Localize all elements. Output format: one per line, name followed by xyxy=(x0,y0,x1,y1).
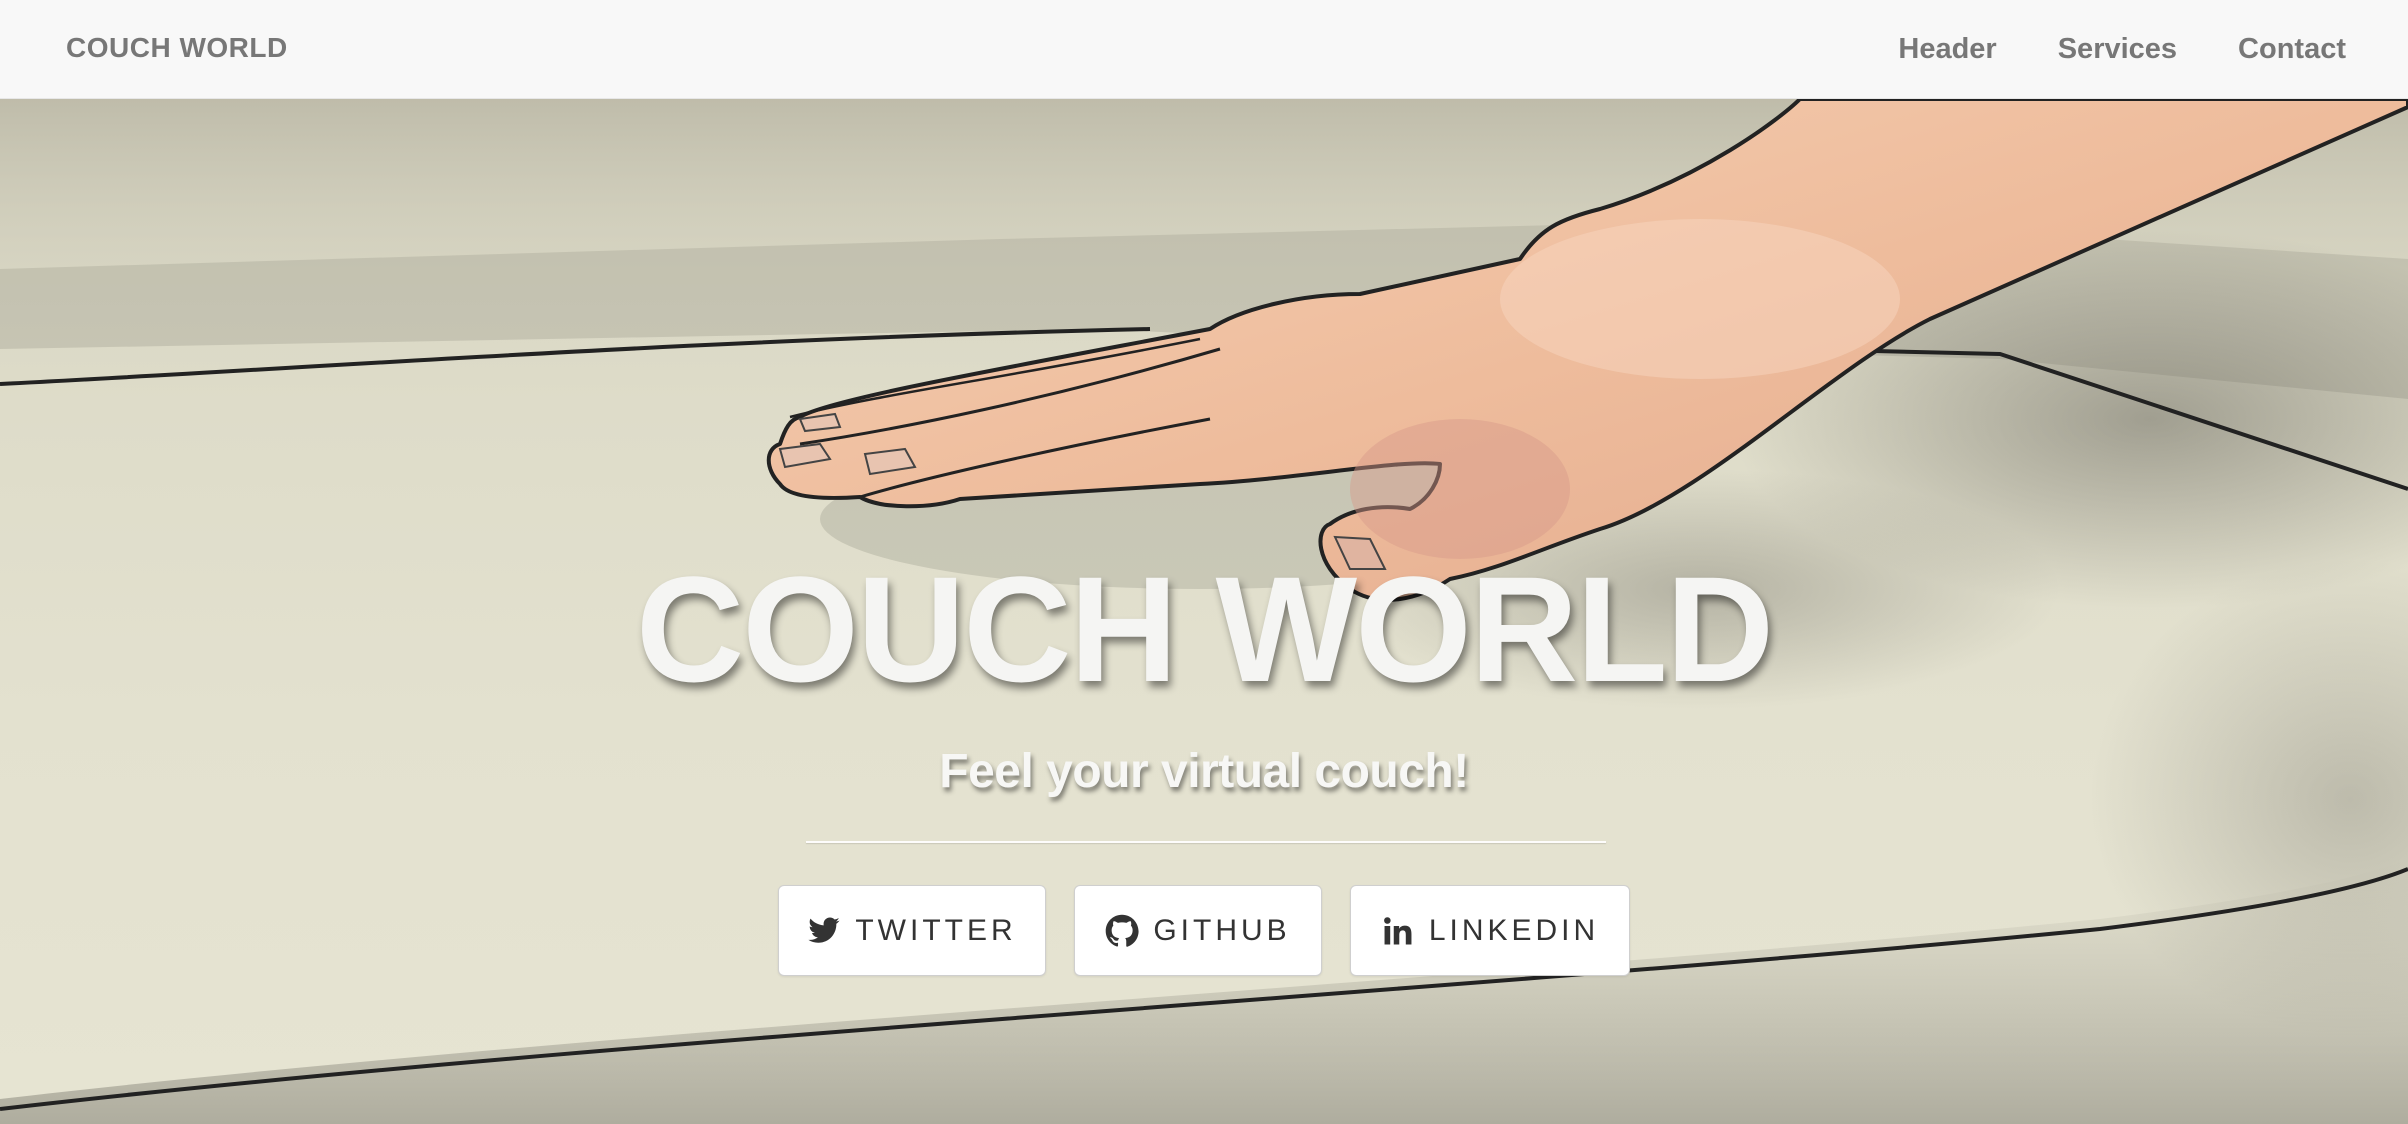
nav-link-services[interactable]: Services xyxy=(2058,33,2177,66)
linkedin-button-label: LINKEDIN xyxy=(1428,913,1600,947)
twitter-icon xyxy=(807,914,841,948)
brand-link[interactable]: COUCH WORLD xyxy=(66,0,288,99)
linkedin-icon xyxy=(1381,914,1415,948)
nav-link-contact[interactable]: Contact xyxy=(2238,33,2346,66)
hero-subtitle: Feel your virtual couch! xyxy=(939,745,1469,798)
github-button[interactable]: GITHUB xyxy=(1074,885,1322,976)
social-buttons: TWITTER GITHUB LINKEDIN xyxy=(0,885,2408,976)
hero-divider xyxy=(806,841,1606,843)
nav-links: Header Services Contact xyxy=(1837,0,2346,99)
nav-link-header[interactable]: Header xyxy=(1898,33,1996,66)
navbar: COUCH WORLD Header Services Contact xyxy=(0,0,2408,99)
hero-section: COUCH WORLD Feel your virtual couch! TWI… xyxy=(0,99,2408,1124)
hero-title: COUCH WORLD xyxy=(635,545,1774,713)
github-icon xyxy=(1105,914,1139,948)
github-button-label: GITHUB xyxy=(1153,913,1291,947)
twitter-button-label: TWITTER xyxy=(855,913,1017,947)
twitter-button[interactable]: TWITTER xyxy=(778,885,1046,976)
linkedin-button[interactable]: LINKEDIN xyxy=(1350,885,1630,976)
